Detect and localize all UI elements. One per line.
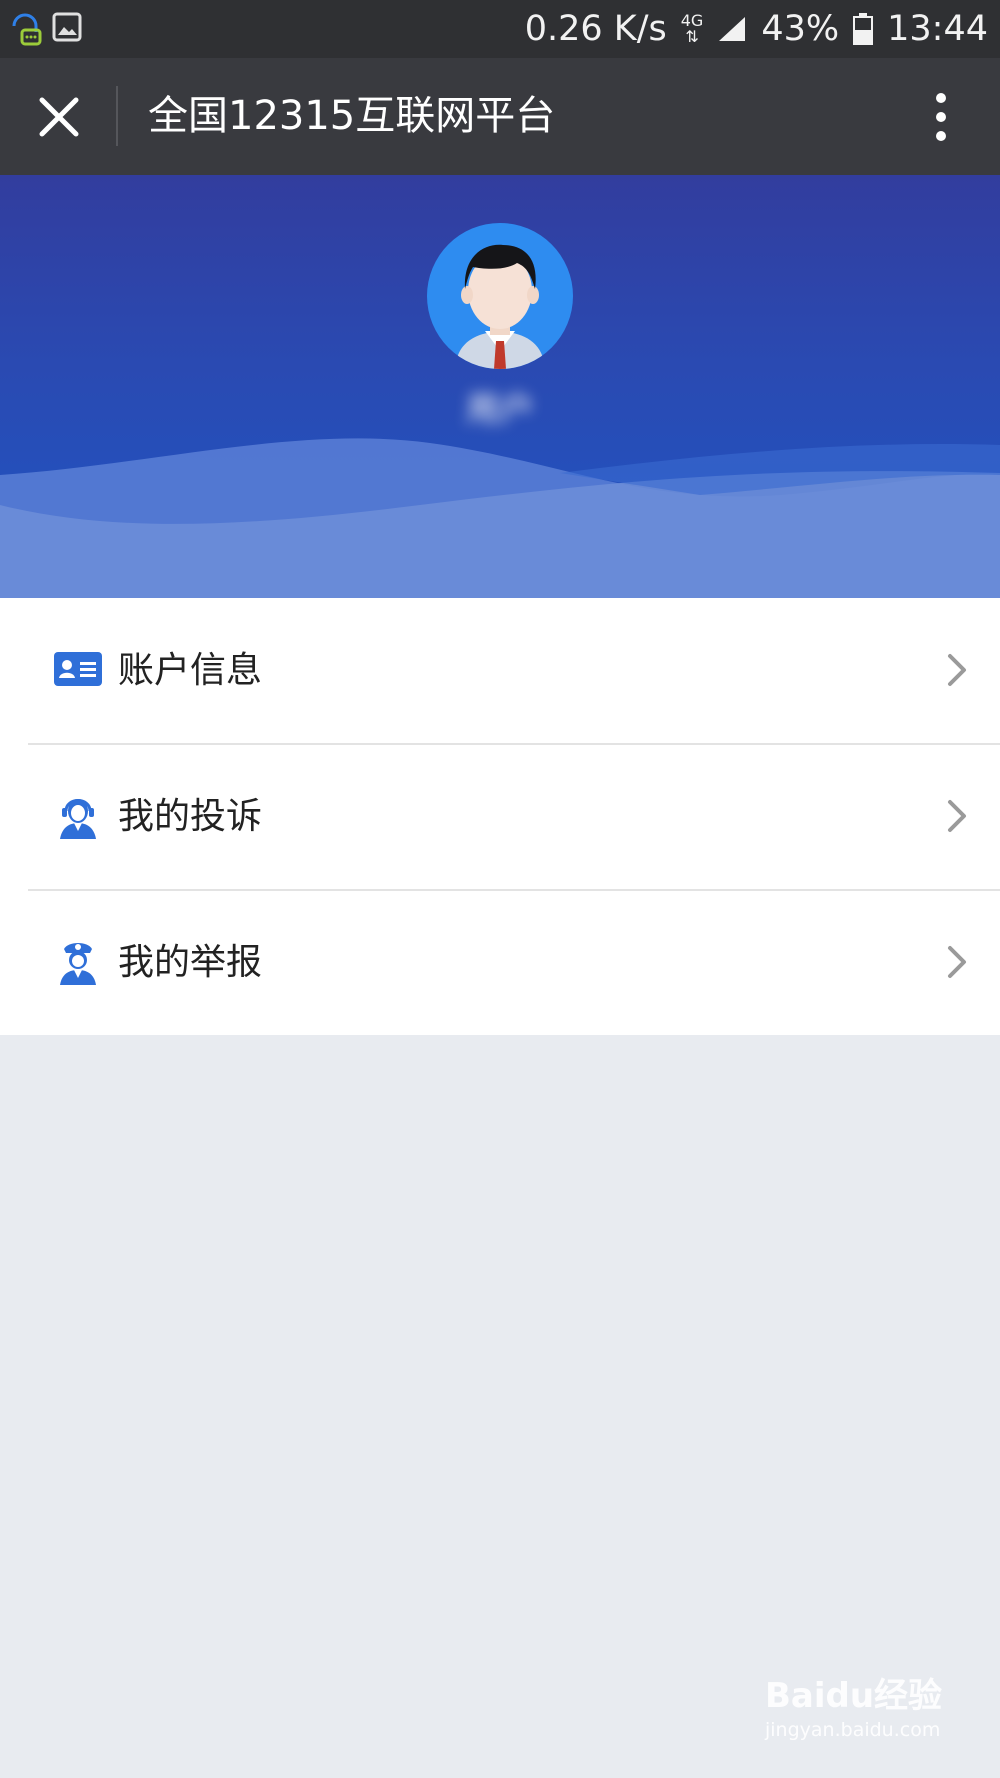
status-bar: 0.26 K/s 4G ⇅ 43% 13:44 [0, 0, 1000, 58]
status-indicators: 0.26 K/s 4G ⇅ 43% 13:44 [525, 0, 988, 58]
nav-bar: 全国12315互联网平台 [0, 58, 1000, 175]
network-type: 4G [680, 11, 704, 30]
username: 用户 [466, 390, 534, 430]
page-title: 全国12315互联网平台 [148, 93, 556, 139]
battery-icon [853, 13, 874, 45]
customer-service-icon [60, 799, 96, 839]
network-speed: 0.26 K/s [524, 9, 667, 49]
nav-divider [116, 86, 118, 146]
avatar[interactable] [427, 223, 573, 369]
signal-icon [719, 17, 746, 41]
menu-list: 账户信息 我的投诉 我的举报 [0, 598, 1000, 1035]
menu-item-account-info[interactable]: 账户信息 [0, 598, 1000, 743]
chevron-right-icon [948, 654, 966, 686]
image-notification-icon [52, 12, 82, 42]
chevron-right-icon [948, 946, 966, 978]
profile-header: 用户 [0, 175, 1000, 598]
menu-item-my-complaints[interactable]: 我的投诉 [0, 744, 1000, 889]
menu-item-label: 账户信息 [118, 650, 263, 691]
menu-item-label: 我的投诉 [118, 796, 263, 837]
network-type-icon: 4G ⇅ [680, 11, 704, 46]
chat-notification-icon [12, 13, 42, 46]
close-icon[interactable] [30, 88, 88, 146]
more-options-icon[interactable] [916, 88, 966, 146]
id-card-icon [54, 652, 102, 686]
baidu-jingyan-watermark: Baidu经验 jingyan.baidu.com [765, 1668, 942, 1741]
clock: 13:44 [887, 9, 988, 49]
menu-item-label: 我的举报 [118, 942, 263, 983]
menu-item-my-reports[interactable]: 我的举报 [0, 890, 1000, 1035]
chevron-right-icon [948, 800, 966, 832]
watermark-brand: Baidu经验 [765, 1676, 943, 1716]
police-officer-icon [60, 943, 96, 985]
watermark-url: jingyan.baidu.com [765, 1719, 941, 1741]
battery-percent: 43% [761, 9, 840, 49]
